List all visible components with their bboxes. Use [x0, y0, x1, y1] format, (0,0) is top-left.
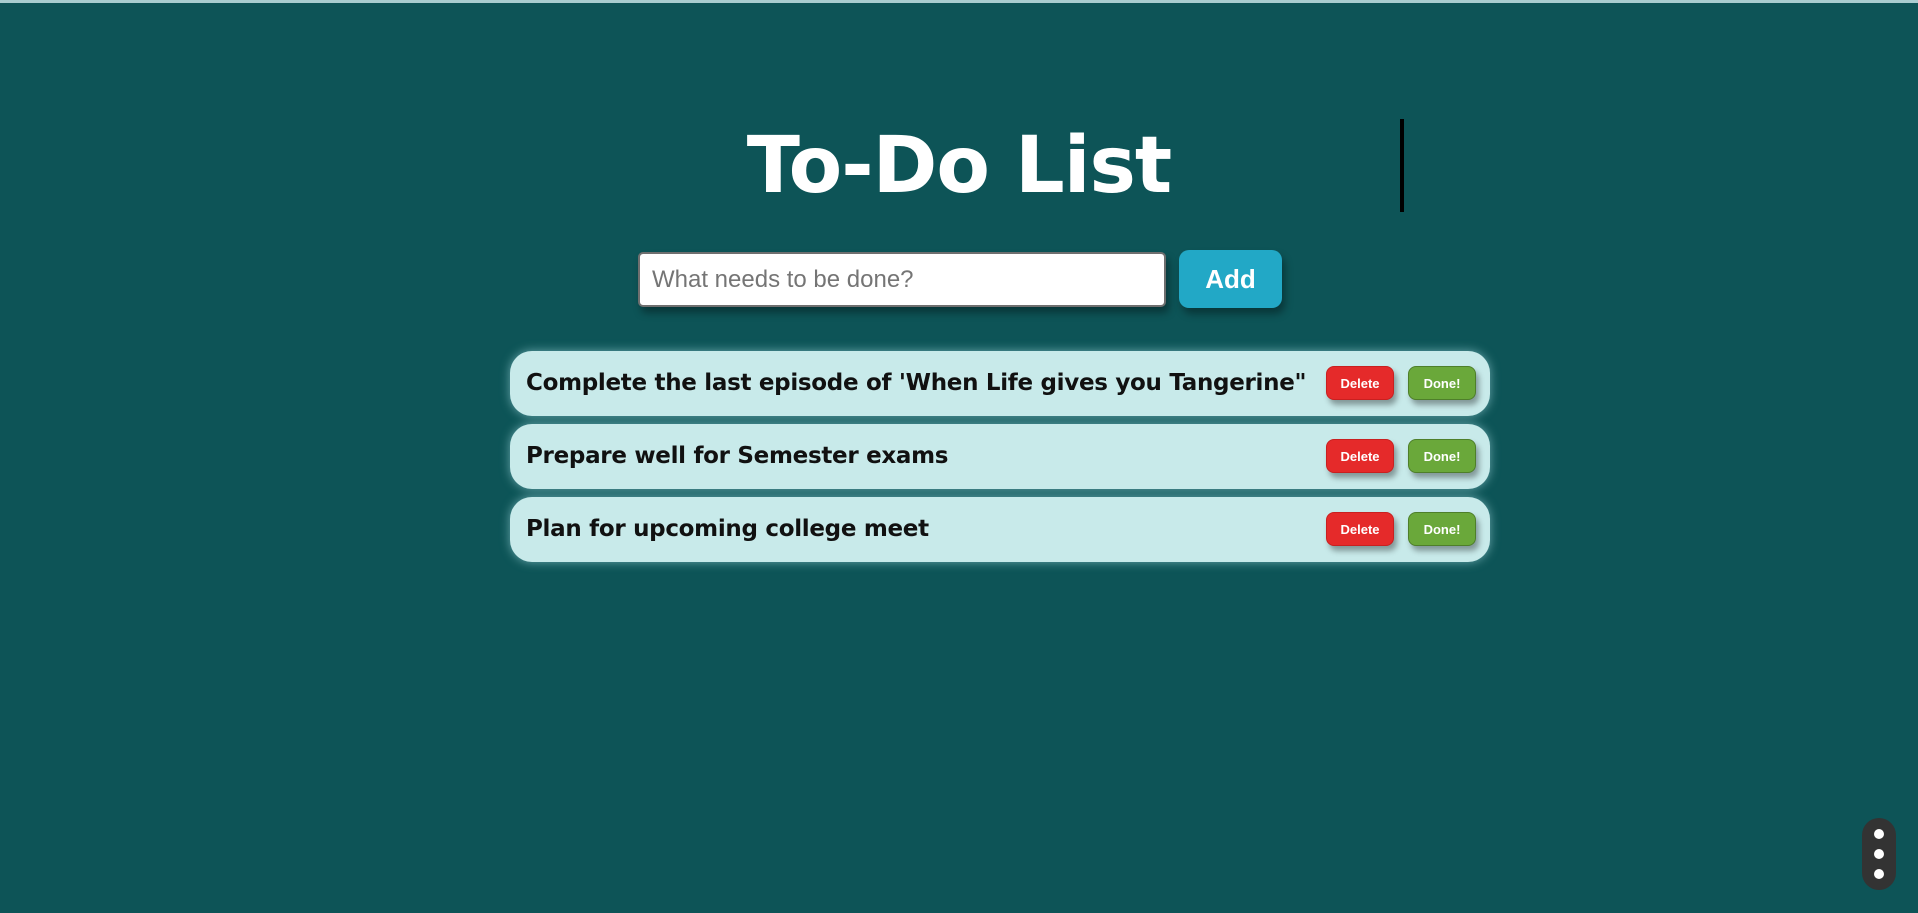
todo-item: Prepare well for Semester exams Delete D…	[510, 424, 1490, 489]
todo-item: Complete the last episode of 'When Life …	[510, 351, 1490, 416]
todo-text: Plan for upcoming college meet	[526, 516, 929, 542]
task-input[interactable]	[638, 252, 1166, 307]
top-border	[0, 0, 1918, 3]
done-button[interactable]: Done!	[1408, 439, 1476, 473]
more-vertical-icon	[1874, 829, 1884, 839]
text-cursor	[1400, 119, 1404, 212]
delete-button[interactable]: Delete	[1326, 439, 1394, 473]
page-title: To-Do List	[746, 121, 1172, 211]
done-button[interactable]: Done!	[1408, 512, 1476, 546]
more-vertical-icon	[1874, 869, 1884, 879]
todo-text: Complete the last episode of 'When Life …	[526, 370, 1307, 396]
todo-item: Plan for upcoming college meet Delete Do…	[510, 497, 1490, 562]
todo-list: Complete the last episode of 'When Life …	[510, 351, 1490, 570]
more-vertical-icon	[1874, 849, 1884, 859]
more-options-button[interactable]	[1862, 818, 1896, 890]
add-button[interactable]: Add	[1179, 250, 1282, 308]
todo-text: Prepare well for Semester exams	[526, 443, 949, 469]
delete-button[interactable]: Delete	[1326, 366, 1394, 400]
done-button[interactable]: Done!	[1408, 366, 1476, 400]
delete-button[interactable]: Delete	[1326, 512, 1394, 546]
